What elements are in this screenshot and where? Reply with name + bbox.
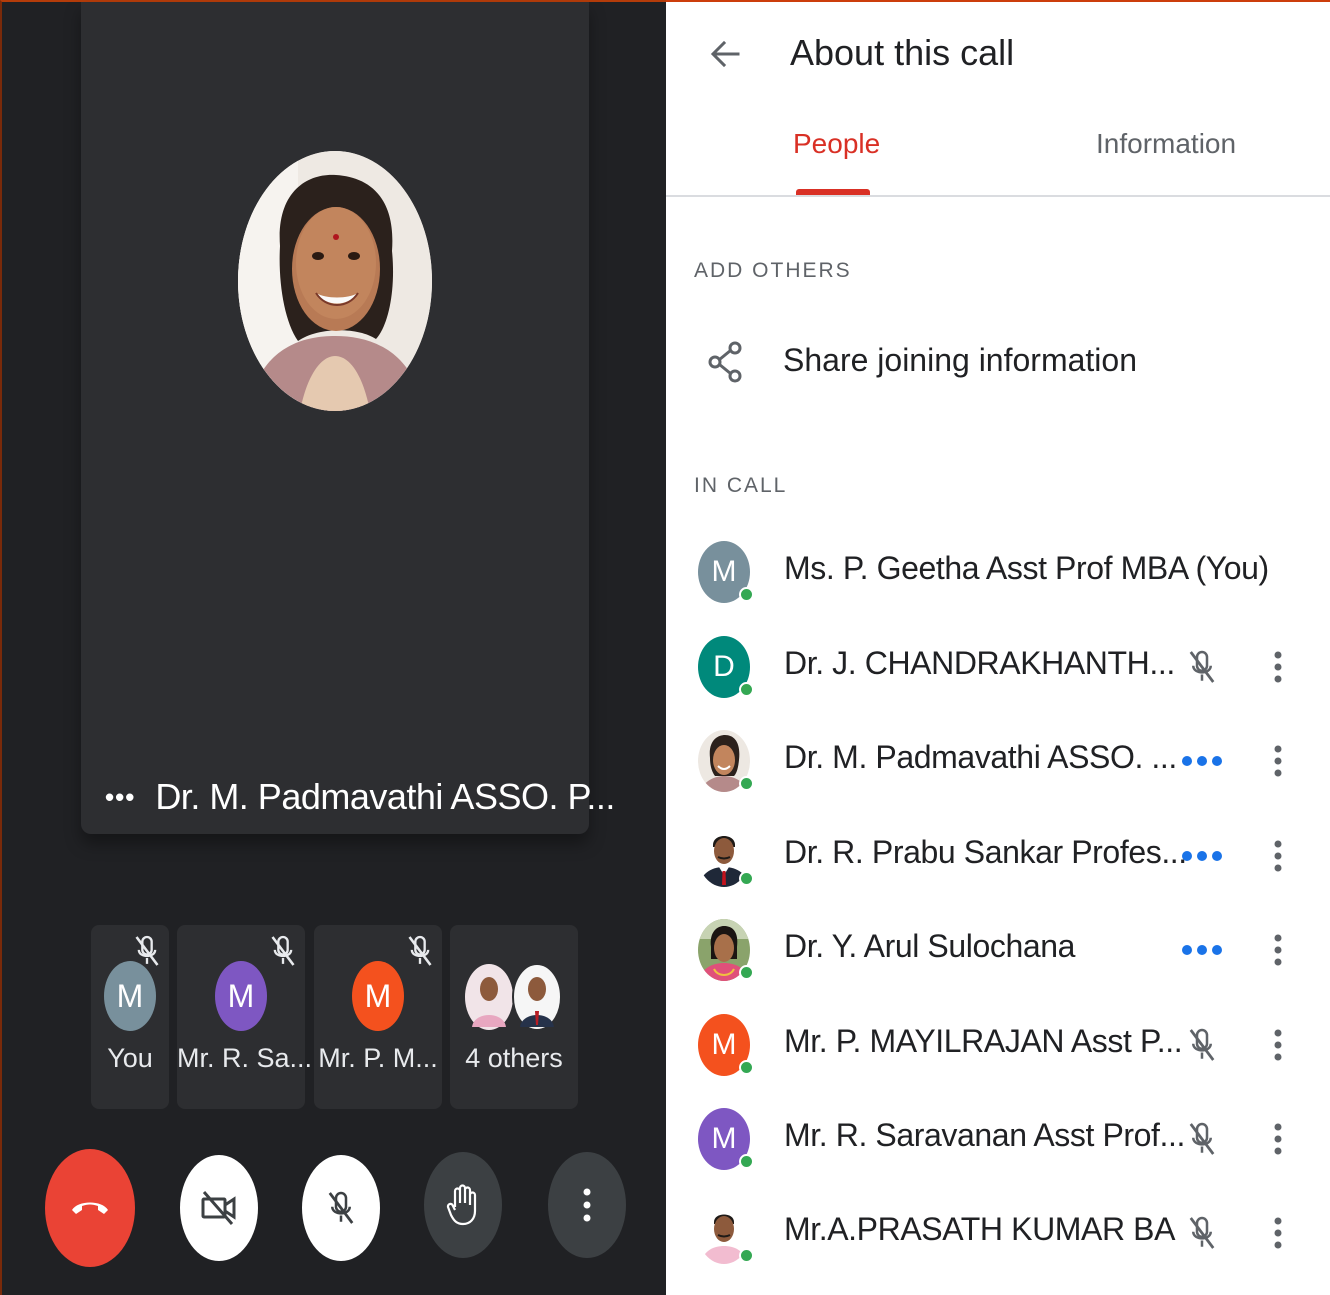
participant-row[interactable]: Dr. R. Prabu Sankar Profes... [666, 808, 1330, 902]
more-vert-icon[interactable] [1264, 836, 1292, 876]
avatar: D [698, 636, 754, 698]
online-dot [739, 776, 754, 791]
participant-label: You [107, 1043, 153, 1073]
avatar [698, 825, 754, 887]
tab-divider [666, 195, 1330, 197]
mic-off-icon [1189, 1122, 1215, 1155]
mic-off-icon [1189, 1216, 1215, 1249]
avatar [698, 730, 754, 792]
mic-off-icon [271, 935, 295, 966]
participant-name: Dr. R. Prabu Sankar Profes... [784, 834, 1187, 870]
hand-icon [446, 1184, 477, 1226]
end-call-button[interactable] [45, 1149, 135, 1267]
avatar [698, 1202, 754, 1264]
share-joining-info-row[interactable]: Share joining information [666, 324, 1330, 402]
avatar: M [352, 961, 404, 1031]
main-speaker-label: ••• Dr. M. Padmavathi ASSO. P... [105, 772, 615, 822]
participant-name: Ms. P. Geetha Asst Prof MBA (You) [784, 550, 1269, 586]
panel-title: About this call [790, 32, 1015, 73]
more-vert-icon[interactable] [1264, 1119, 1292, 1159]
hang-up-icon [72, 1202, 108, 1214]
participant-row[interactable]: D Dr. J. CHANDRAKHANTH... [666, 619, 1330, 713]
mic-off-icon [1189, 650, 1215, 683]
participant-tile-mayilrajan[interactable]: M Mr. P. M... [314, 925, 442, 1109]
participant-name: Dr. J. CHANDRAKHANTH... [784, 645, 1175, 681]
avatar: M [698, 1014, 754, 1076]
participant-status [1178, 1025, 1226, 1065]
mic-off-icon [1189, 1028, 1215, 1061]
participant-label: 4 others [465, 1043, 563, 1073]
participant-row[interactable]: Mr.A.PRASATH KUMAR BA [666, 1185, 1330, 1279]
online-dot [739, 587, 754, 602]
about-call-panel: About this call People Information ADD O… [666, 0, 1330, 1295]
participant-row[interactable]: Dr. Y. Arul Sulochana [666, 902, 1330, 996]
participant-name: Dr. M. Padmavathi ASSO. ... [784, 739, 1177, 775]
online-dot [739, 682, 754, 697]
call-view: ••• Dr. M. Padmavathi ASSO. P... M You M… [0, 0, 666, 1295]
main-speaker-avatar [238, 151, 432, 411]
speaking-indicator-icon [1182, 851, 1222, 861]
participant-row[interactable]: M Mr. P. MAYILRAJAN Asst P... [666, 997, 1330, 1091]
back-arrow-icon[interactable] [704, 32, 748, 76]
avatar: M [104, 961, 156, 1031]
more-vert-icon[interactable] [1264, 1213, 1292, 1253]
participant-tile-others[interactable]: 4 others [450, 925, 578, 1109]
speaking-indicator-icon [1182, 945, 1222, 955]
participant-row[interactable]: Dr. M. Padmavathi ASSO. ... [666, 713, 1330, 807]
camera-off-icon [201, 1191, 236, 1225]
others-avatars [465, 963, 562, 1031]
online-dot [739, 871, 754, 886]
more-vert-icon[interactable] [1264, 647, 1292, 687]
online-dot [739, 1060, 754, 1075]
speaking-indicator-icon: ••• [105, 782, 136, 812]
share-icon [708, 341, 742, 383]
avatar [698, 919, 754, 981]
more-vert-icon [583, 1188, 591, 1222]
participant-status [1178, 741, 1226, 781]
participant-name: Mr.A.PRASATH KUMAR BA [784, 1211, 1176, 1247]
share-joining-info-label: Share joining information [783, 342, 1137, 378]
participant-label: Mr. P. M... [318, 1043, 438, 1073]
online-dot [739, 965, 754, 980]
participant-row[interactable]: M Mr. R. Saravanan Asst Prof... [666, 1091, 1330, 1185]
participant-name: Dr. Y. Arul Sulochana [784, 928, 1076, 964]
more-options-button[interactable] [548, 1152, 626, 1258]
main-speaker-name: Dr. M. Padmavathi ASSO. P... [155, 776, 615, 817]
participant-name: Mr. P. MAYILRAJAN Asst P... [784, 1023, 1183, 1059]
microphone-toggle-button[interactable] [302, 1155, 380, 1261]
tab-people[interactable]: People [793, 128, 880, 160]
main-speaker-tile[interactable]: ••• Dr. M. Padmavathi ASSO. P... [81, 2, 615, 834]
participant-tile-saravanan[interactable]: M Mr. R. Sa... [177, 925, 313, 1109]
raise-hand-button[interactable] [424, 1152, 502, 1258]
more-vert-icon[interactable] [1264, 930, 1292, 970]
participant-status [1178, 930, 1226, 970]
participant-status [1178, 836, 1226, 876]
participant-status [1178, 1119, 1226, 1159]
participant-label: Mr. R. Sa... [177, 1043, 313, 1073]
mic-off-icon [328, 1191, 354, 1224]
avatar: M [698, 1108, 754, 1170]
avatar: M [698, 541, 754, 603]
avatar: M [215, 961, 267, 1031]
participant-status [1178, 647, 1226, 687]
speaking-indicator-icon [1182, 756, 1222, 766]
participant-tile-you[interactable]: M You [91, 925, 169, 1109]
add-others-heading: ADD OTHERS [694, 259, 852, 282]
participant-name: Mr. R. Saravanan Asst Prof... [784, 1117, 1186, 1153]
participant-status [1178, 1213, 1226, 1253]
online-dot [739, 1248, 754, 1263]
in-call-heading: IN CALL [694, 474, 788, 497]
tab-information[interactable]: Information [1096, 128, 1236, 160]
more-vert-icon[interactable] [1264, 741, 1292, 781]
mic-off-icon [408, 935, 432, 966]
participant-row[interactable]: M Ms. P. Geetha Asst Prof MBA (You) [666, 524, 1330, 618]
camera-toggle-button[interactable] [180, 1155, 258, 1261]
online-dot [739, 1154, 754, 1169]
more-vert-icon[interactable] [1264, 1025, 1292, 1065]
